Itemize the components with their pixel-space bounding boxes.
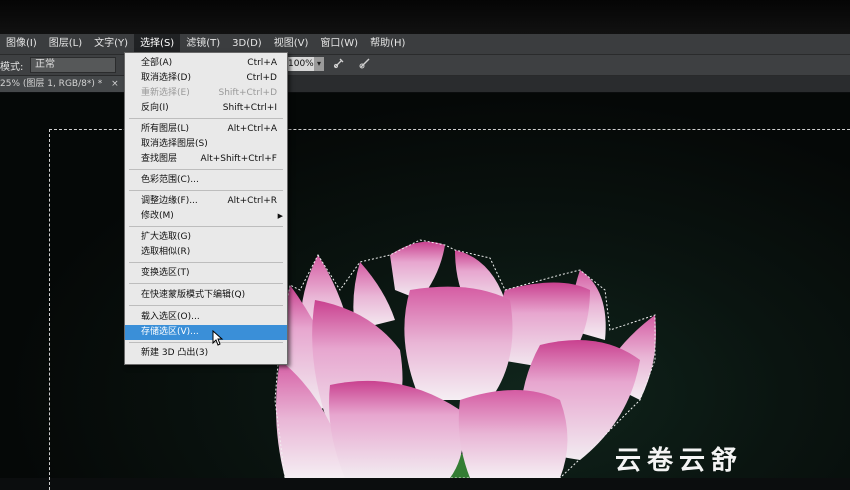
menu-item-label: 修改(M) — [141, 211, 174, 221]
menu-item-refine-edge[interactable]: 调整边缘(F)... Alt+Ctrl+R — [125, 194, 287, 209]
menu-item-deselect-layers[interactable]: 取消选择图层(S) — [125, 137, 287, 152]
menu-item-shortcut: Shift+Ctrl+I — [222, 103, 277, 113]
menu-separator — [129, 342, 283, 343]
menu-item-label: 存储选区(V)... — [141, 327, 199, 337]
select-menu-dropdown: 全部(A) Ctrl+A 取消选择(D) Ctrl+D 重新选择(E) Shif… — [124, 52, 288, 365]
menu-item-color-range[interactable]: 色彩范围(C)... — [125, 173, 287, 188]
menu-item-quick-mask[interactable]: 在快速蒙版模式下编辑(Q) — [125, 288, 287, 303]
menu-item-similar[interactable]: 选取相似(R) — [125, 245, 287, 260]
menu-item-all-layers[interactable]: 所有图层(L) Alt+Ctrl+A — [125, 122, 287, 137]
menu-item-shortcut: Alt+Ctrl+R — [227, 196, 277, 206]
menu-item-label: 取消选择图层(S) — [141, 139, 208, 149]
menu-separator — [129, 262, 283, 263]
menu-item-shortcut: Alt+Shift+Ctrl+F — [200, 154, 277, 164]
menu-item-label: 取消选择(D) — [141, 73, 191, 83]
menu-item-shortcut: Shift+Ctrl+D — [218, 88, 277, 98]
menu-item-save-selection[interactable]: 存储选区(V)... — [125, 325, 287, 340]
menu-item-grow[interactable]: 扩大选取(G) — [125, 230, 287, 245]
menu-item-label: 新建 3D 凸出(3) — [141, 348, 209, 358]
menu-item-label: 调整边缘(F)... — [141, 196, 198, 206]
menu-item-label: 重新选择(E) — [141, 88, 190, 98]
menu-item-shortcut: Ctrl+D — [246, 73, 278, 83]
menu-item-label: 全部(A) — [141, 58, 173, 68]
menu-separator — [129, 226, 283, 227]
menu-item-shortcut: Alt+Ctrl+A — [227, 124, 277, 134]
menu-item-label: 所有图层(L) — [141, 124, 190, 134]
menu-item-transform-selection[interactable]: 变换选区(T) — [125, 266, 287, 281]
watermark-text: 云卷云舒 — [615, 446, 744, 476]
menu-item-all[interactable]: 全部(A) Ctrl+A — [125, 56, 287, 71]
menu-item-load-selection[interactable]: 载入选区(O)... — [125, 310, 287, 325]
menu-item-shortcut: Ctrl+A — [247, 58, 277, 68]
menu-item-deselect[interactable]: 取消选择(D) Ctrl+D — [125, 71, 287, 86]
menu-item-label: 扩大选取(G) — [141, 232, 191, 242]
menu-item-find-layers[interactable]: 查找图层 Alt+Shift+Ctrl+F — [125, 152, 287, 167]
menu-item-modify[interactable]: 修改(M) ▶ — [125, 209, 287, 224]
menu-separator — [129, 169, 283, 170]
menu-item-label: 查找图层 — [141, 154, 178, 164]
menu-item-label: 变换选区(T) — [141, 268, 190, 278]
menu-separator — [129, 305, 283, 306]
menu-item-label: 色彩范围(C)... — [141, 175, 199, 185]
menu-item-label: 载入选区(O)... — [141, 312, 200, 322]
mouse-cursor-icon — [212, 330, 224, 346]
menu-item-new-3d-extrusion[interactable]: 新建 3D 凸出(3) — [125, 346, 287, 361]
menu-separator — [129, 190, 283, 191]
submenu-arrow-icon: ▶ — [277, 212, 283, 220]
menu-item-reselect: 重新选择(E) Shift+Ctrl+D — [125, 86, 287, 101]
menu-separator — [129, 283, 283, 284]
menu-item-label: 在快速蒙版模式下编辑(Q) — [141, 290, 246, 300]
menu-item-inverse[interactable]: 反向(I) Shift+Ctrl+I — [125, 101, 287, 116]
menu-separator — [129, 118, 283, 119]
menu-item-label: 选取相似(R) — [141, 247, 191, 257]
menu-item-label: 反向(I) — [141, 103, 169, 113]
